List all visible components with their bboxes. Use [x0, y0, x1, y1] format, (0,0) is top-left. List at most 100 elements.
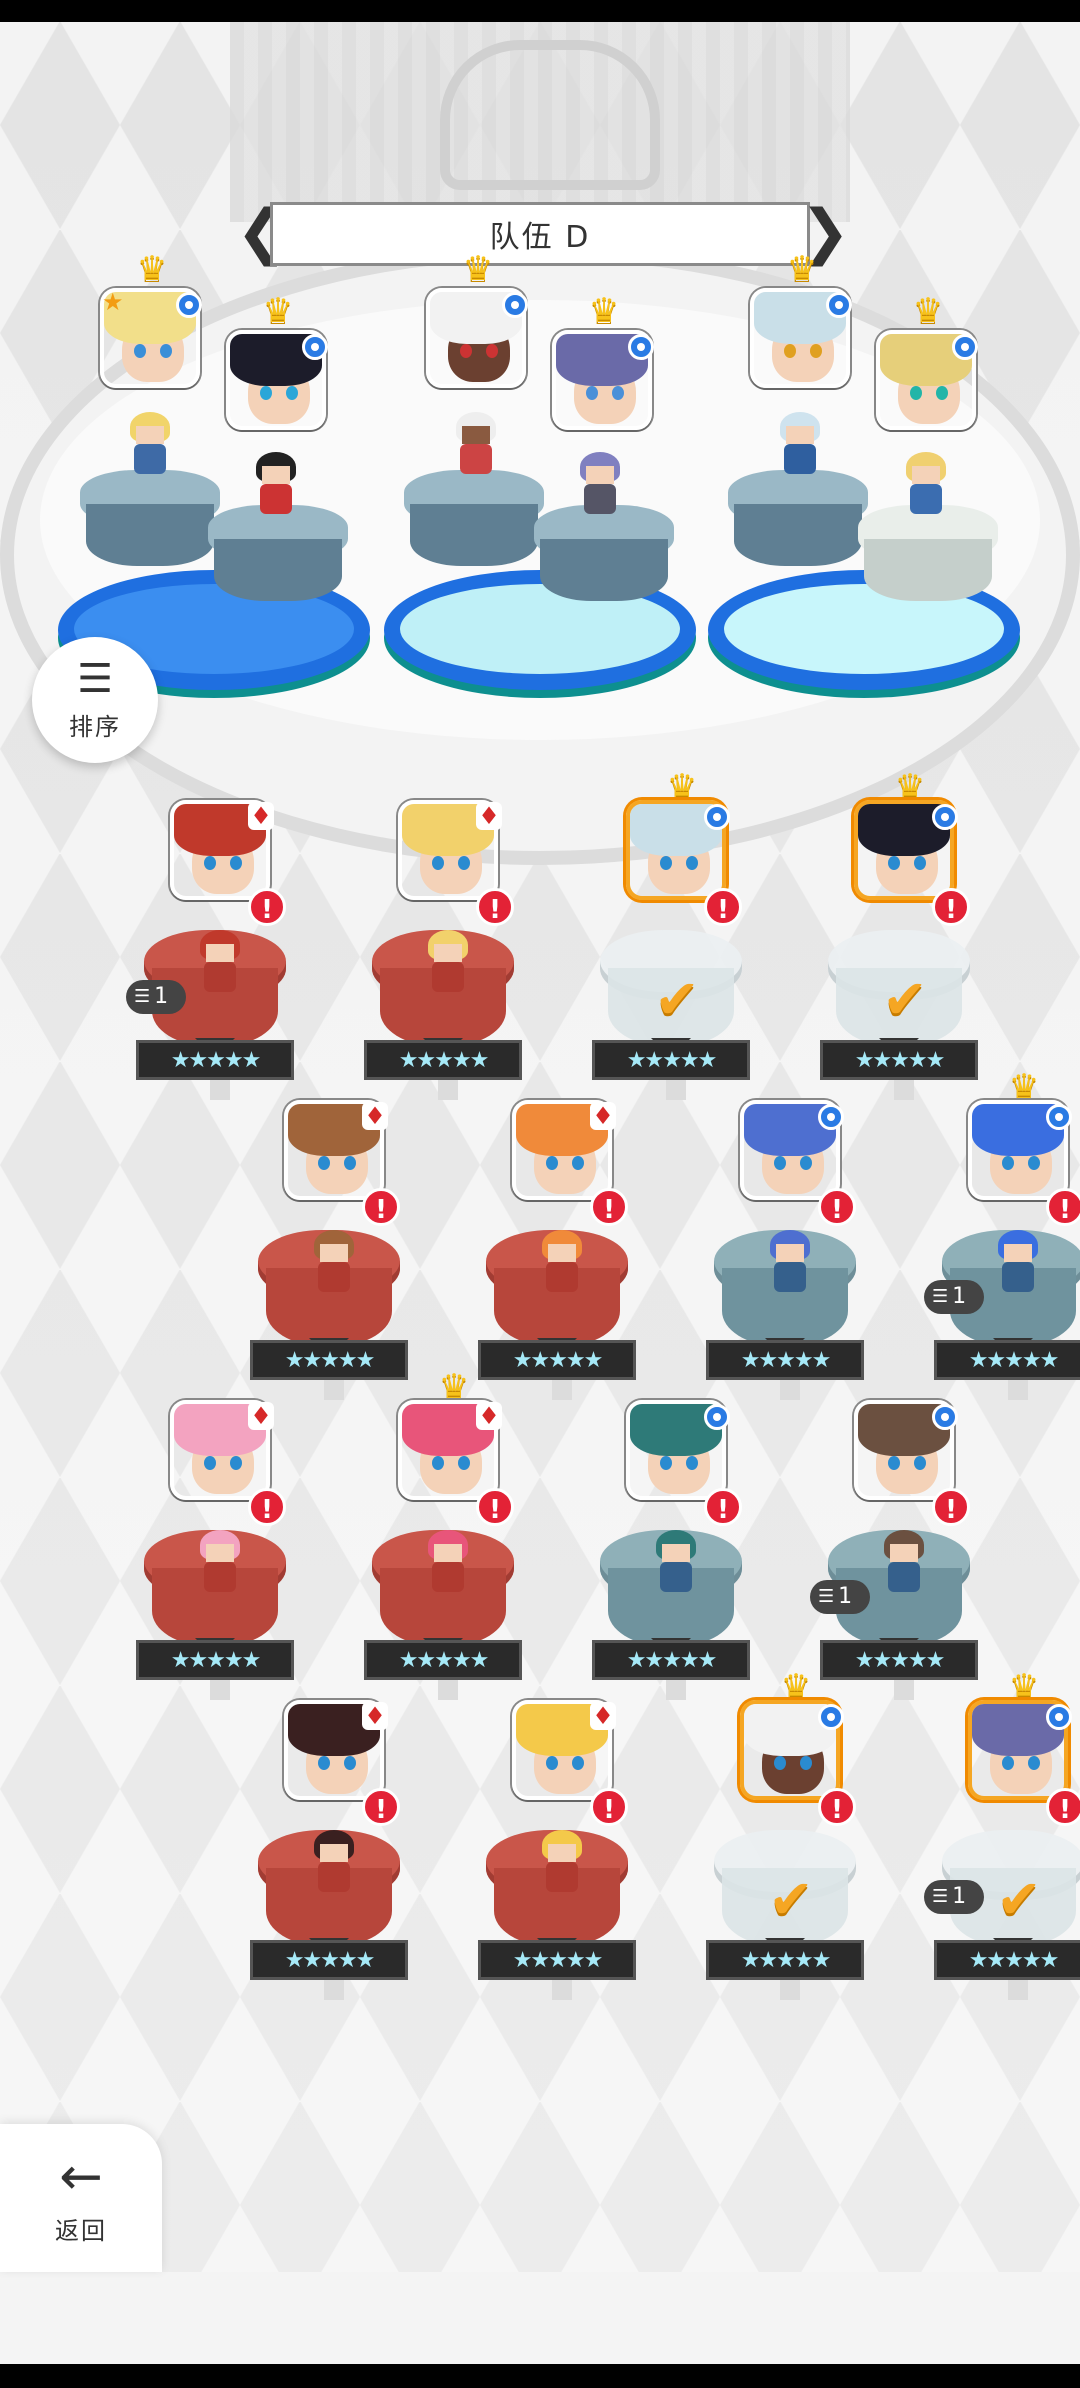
- team-pillar: [728, 470, 868, 570]
- status-bar: [0, 0, 1080, 22]
- alert-icon: !: [476, 1488, 514, 1526]
- hero-sprite: [534, 1230, 590, 1296]
- team-pillar: [208, 505, 348, 605]
- navigation-bar: [0, 2364, 1080, 2388]
- red-element-icon: ♦: [476, 1402, 502, 1430]
- blue-element-icon: [1046, 1104, 1072, 1130]
- hero-sprite: [306, 1830, 362, 1896]
- red-element-icon: ♦: [362, 1102, 388, 1130]
- hero-sprite: [420, 930, 476, 996]
- team-name-banner[interactable]: 队伍 D: [270, 202, 810, 266]
- red-element-icon: ♦: [362, 1702, 388, 1730]
- hero-sprite: [762, 1230, 818, 1296]
- alert-icon: !: [248, 888, 286, 926]
- star-rating: ★★★★★: [364, 1640, 522, 1680]
- hero-sprite: [876, 1530, 932, 1596]
- crown-icon: ♛: [262, 291, 294, 331]
- blue-element-icon: [176, 292, 202, 318]
- crown-icon: ♛: [462, 249, 494, 289]
- red-element-icon: ♦: [248, 802, 274, 830]
- star-rating: ★★★★★: [706, 1340, 864, 1380]
- crown-icon: ♛: [894, 767, 926, 807]
- alert-icon: !: [932, 1488, 970, 1526]
- alert-icon: !: [704, 1488, 742, 1526]
- back-label: 返回: [55, 2216, 107, 2245]
- blue-element-icon: [818, 1704, 844, 1730]
- bottom-strip: [0, 2272, 1080, 2364]
- star-rating: ★★★★★: [706, 1940, 864, 1980]
- hero-sprite: [192, 1530, 248, 1596]
- red-element-icon: ♦: [476, 802, 502, 830]
- team-name: 队伍 D: [489, 220, 591, 255]
- sort-button[interactable]: ☰ 排序: [32, 637, 158, 763]
- star-rating: ★★★★★: [592, 1040, 750, 1080]
- team-hero-sprite: [448, 412, 504, 478]
- blue-element-icon: [628, 334, 654, 360]
- crown-icon: ♛: [136, 249, 168, 289]
- blue-element-icon: [932, 1404, 958, 1430]
- star-rating: ★★★★★: [934, 1340, 1080, 1380]
- crown-icon: ♛: [1008, 1667, 1040, 1707]
- team-pillar: [80, 470, 220, 570]
- hero-sprite: [306, 1230, 362, 1296]
- star-rating: ★★★★★: [820, 1640, 978, 1680]
- star-rating: ★★★★★: [136, 1040, 294, 1080]
- team-pillar: [858, 505, 998, 605]
- temple-emblem: [440, 40, 660, 190]
- leader-star-icon: ★: [102, 288, 124, 316]
- crown-icon: ♛: [1008, 1067, 1040, 1107]
- back-button[interactable]: ← 返回: [0, 2124, 162, 2272]
- blue-element-icon: [826, 292, 852, 318]
- alert-icon: !: [590, 1188, 628, 1226]
- hero-sprite: [534, 1830, 590, 1896]
- blue-element-icon: [704, 804, 730, 830]
- team-hero-sprite: [248, 452, 304, 518]
- star-rating: ★★★★★: [136, 1640, 294, 1680]
- alert-icon: !: [362, 1188, 400, 1226]
- blue-element-icon: [704, 1404, 730, 1430]
- star-rating: ★★★★★: [364, 1040, 522, 1080]
- blue-element-icon: [818, 1104, 844, 1130]
- crown-icon: ♛: [438, 1367, 470, 1407]
- blue-element-icon: [302, 334, 328, 360]
- alert-icon: !: [818, 1188, 856, 1226]
- team-hero-sprite: [898, 452, 954, 518]
- red-element-icon: ♦: [590, 1102, 616, 1130]
- blue-element-icon: [932, 804, 958, 830]
- crown-icon: ♛: [588, 291, 620, 331]
- team-hero-sprite: [122, 412, 178, 478]
- star-rating: ★★★★★: [820, 1040, 978, 1080]
- crown-icon: ♛: [666, 767, 698, 807]
- star-rating: ★★★★★: [934, 1940, 1080, 1980]
- blue-element-icon: [1046, 1704, 1072, 1730]
- star-rating: ★★★★★: [250, 1940, 408, 1980]
- alert-icon: !: [932, 888, 970, 926]
- blue-element-icon: [952, 334, 978, 360]
- team-pillar: [534, 505, 674, 605]
- alert-icon: !: [590, 1788, 628, 1826]
- star-rating: ★★★★★: [478, 1340, 636, 1380]
- hero-sprite: [648, 1530, 704, 1596]
- alert-icon: !: [362, 1788, 400, 1826]
- sort-label: 排序: [69, 712, 121, 741]
- selected-check-icon: ✔: [996, 1868, 1042, 1931]
- star-rating: ★★★★★: [478, 1940, 636, 1980]
- star-rating: ★★★★★: [592, 1640, 750, 1680]
- hero-sprite: [990, 1230, 1046, 1296]
- alert-icon: !: [818, 1788, 856, 1826]
- arrow-left-icon: ←: [59, 2146, 103, 2207]
- alert-icon: !: [476, 888, 514, 926]
- team-hero-sprite: [572, 452, 628, 518]
- copies-count-badge: ☰ 1: [126, 980, 186, 1014]
- sort-icon: ☰: [77, 655, 113, 702]
- team-hero-sprite: [772, 412, 828, 478]
- copies-count-badge: ☰ 1: [924, 1280, 984, 1314]
- hero-sprite: [192, 930, 248, 996]
- blue-element-icon: [502, 292, 528, 318]
- selected-check-icon: ✔: [882, 968, 928, 1031]
- crown-icon: ♛: [780, 1667, 812, 1707]
- hero-sprite: [420, 1530, 476, 1596]
- star-rating: ★★★★★: [250, 1340, 408, 1380]
- copies-count-badge: ☰ 1: [810, 1580, 870, 1614]
- alert-icon: !: [1046, 1788, 1080, 1826]
